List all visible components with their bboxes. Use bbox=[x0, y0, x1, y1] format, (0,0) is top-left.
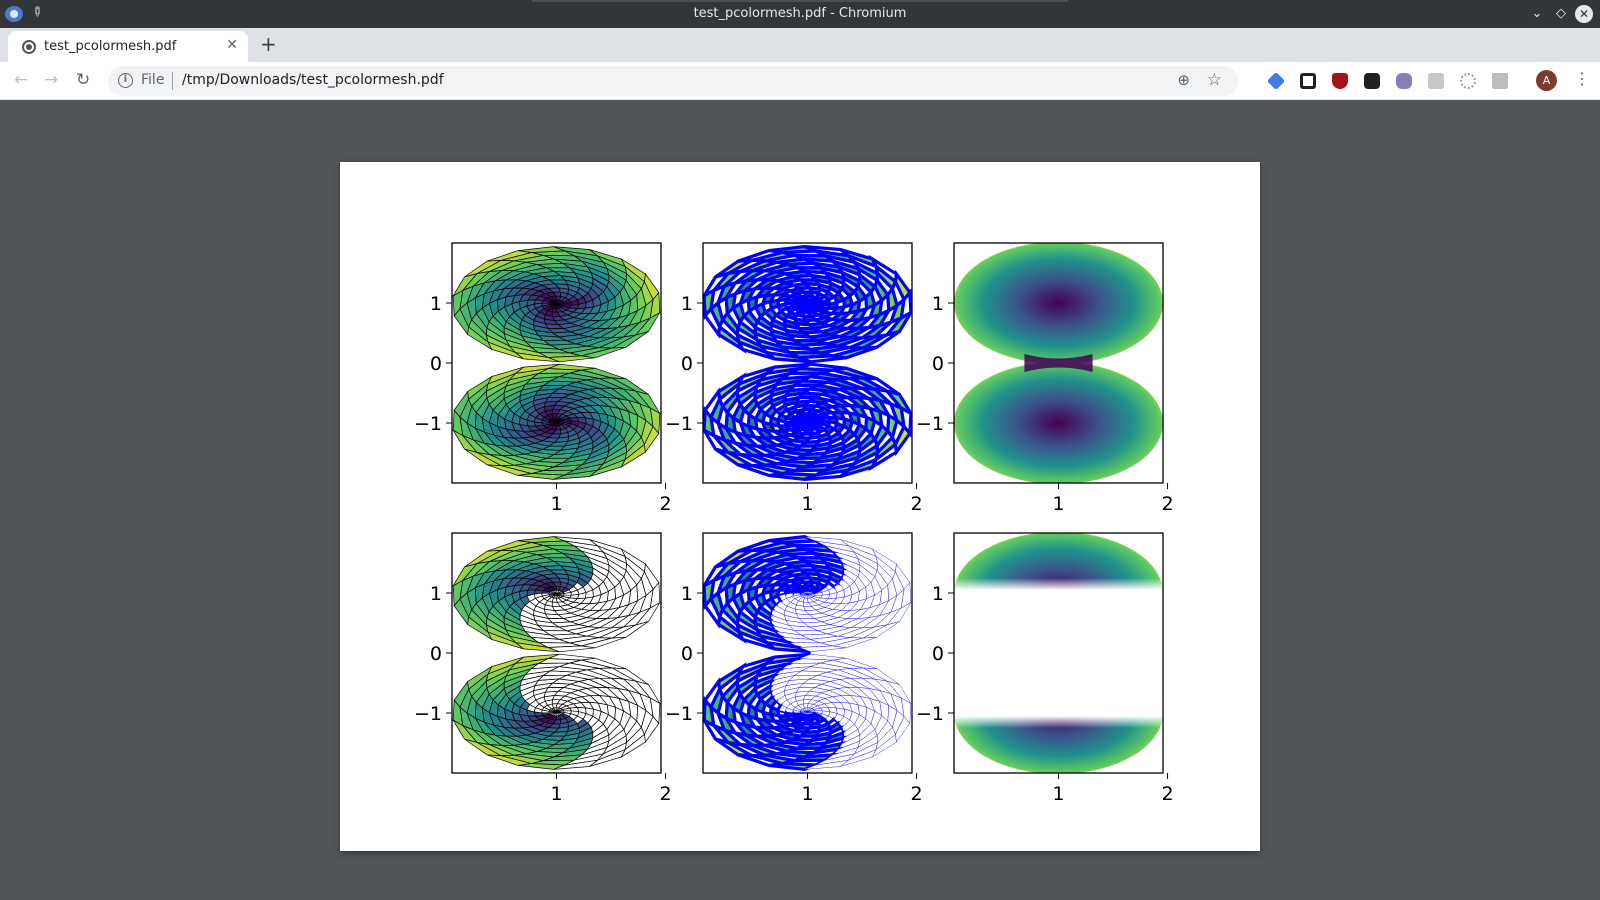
panel-bottom-left: 1 2 1 0 −1 bbox=[414, 532, 672, 805]
x-tick-label: 1 bbox=[1052, 493, 1064, 515]
back-button[interactable]: ← bbox=[14, 70, 28, 90]
dots-icon[interactable] bbox=[1460, 73, 1476, 89]
x-tick-label: 1 bbox=[801, 783, 813, 805]
panel-top-middle: 1 2 1 0 −1 bbox=[665, 242, 923, 515]
forward-button[interactable]: → bbox=[44, 70, 58, 90]
gouraud-lobe bbox=[954, 243, 1163, 365]
reload-button[interactable]: ↻ bbox=[76, 70, 90, 90]
y-tick-label: 1 bbox=[430, 583, 442, 605]
zoom-icon[interactable]: ⊕ bbox=[1177, 71, 1190, 89]
x-tick-label: 1 bbox=[550, 493, 562, 515]
panel-mesh bbox=[452, 536, 661, 770]
y-tick-label: 1 bbox=[430, 293, 442, 315]
minimize-button[interactable]: ⌄ bbox=[1528, 5, 1546, 23]
panel-top-right: 1 2 1 0 −1 bbox=[916, 242, 1174, 515]
y-tick-label: 0 bbox=[681, 643, 693, 665]
x-tick-label: 2 bbox=[1161, 493, 1173, 515]
tab-test-pcolormesh[interactable]: test_pcolormesh.pdf ✕ bbox=[8, 31, 248, 62]
panel-mesh bbox=[452, 246, 661, 480]
drag-area bbox=[532, 0, 1068, 2]
profile-avatar[interactable]: A bbox=[1536, 70, 1557, 91]
panel-mesh bbox=[954, 533, 1163, 773]
y-tick-label: 1 bbox=[681, 293, 693, 315]
omnibox-divider bbox=[172, 72, 173, 90]
y-tick-label: −1 bbox=[916, 413, 944, 435]
title-bar: ✎ test_pcolormesh.pdf - Chromium ⌄ ◇ ✕ bbox=[0, 0, 1600, 28]
panel-mesh bbox=[703, 534, 912, 772]
x-tick-label: 1 bbox=[801, 493, 813, 515]
ublock-icon[interactable] bbox=[1332, 73, 1348, 89]
mask-icon[interactable] bbox=[1364, 73, 1380, 89]
mask-fade-top bbox=[954, 578, 1163, 590]
y-tick-label: 0 bbox=[932, 643, 944, 665]
x-tick-label: 2 bbox=[659, 493, 671, 515]
y-tick-label: 0 bbox=[932, 353, 944, 375]
graduation-cap-icon[interactable] bbox=[1266, 71, 1286, 91]
y-tick-label: 1 bbox=[932, 583, 944, 605]
y-tick-label: −1 bbox=[665, 413, 693, 435]
masked-region bbox=[954, 590, 1163, 716]
new-tab-button[interactable]: + bbox=[260, 32, 277, 56]
gouraud-lobe bbox=[954, 361, 1163, 483]
panel-bottom-middle: 1 2 1 0 −1 bbox=[665, 532, 923, 805]
window-title: test_pcolormesh.pdf - Chromium bbox=[693, 6, 907, 21]
url-scheme: File bbox=[141, 72, 165, 88]
url-text[interactable]: /tmp/Downloads/test_pcolormesh.pdf bbox=[182, 72, 444, 88]
panel-mesh bbox=[703, 244, 912, 482]
bookmark-star-icon[interactable]: ☆ bbox=[1207, 70, 1222, 90]
y-tick-label: −1 bbox=[414, 703, 442, 725]
y-tick-label: 1 bbox=[681, 583, 693, 605]
tab-strip: test_pcolormesh.pdf ✕ + bbox=[0, 28, 1600, 62]
tab-close-button[interactable]: ✕ bbox=[226, 37, 238, 53]
x-tick-label: 2 bbox=[1161, 783, 1173, 805]
panel-bottom-right: 1 2 1 0 −1 bbox=[916, 532, 1174, 805]
x-tick-label: 1 bbox=[1052, 783, 1064, 805]
panel-top-left: 1 2 1 0 −1 bbox=[414, 242, 672, 515]
x-tick-label: 2 bbox=[910, 493, 922, 515]
maximize-button[interactable]: ◇ bbox=[1552, 5, 1570, 23]
y-tick-label: 1 bbox=[932, 293, 944, 315]
info-icon[interactable]: i bbox=[118, 73, 133, 88]
close-window-button[interactable]: ✕ bbox=[1575, 5, 1593, 23]
tab-title: test_pcolormesh.pdf bbox=[44, 39, 177, 54]
square-icon[interactable] bbox=[1300, 73, 1316, 89]
mask-fade-bottom bbox=[954, 716, 1163, 728]
cat-icon[interactable] bbox=[1396, 73, 1412, 89]
pdf-page: 1 2 1 0 −1 1 2 1 0 −1 1 2 1 0 −1 1 2 1 0 −1 1 2 1 0 −1 1 2 1 0 −1 bbox=[340, 162, 1260, 851]
x-tick-label: 1 bbox=[550, 783, 562, 805]
extension-icon[interactable] bbox=[1492, 73, 1508, 89]
browser-menu-button[interactable]: ⋮ bbox=[1574, 69, 1590, 88]
y-tick-label: −1 bbox=[665, 703, 693, 725]
puzzle-icon[interactable] bbox=[1428, 73, 1444, 89]
x-tick-label: 2 bbox=[910, 783, 922, 805]
globe-icon bbox=[22, 40, 36, 54]
panel-mesh bbox=[954, 243, 1163, 483]
pcolormesh-figure: 1 2 1 0 −1 1 2 1 0 −1 1 2 1 0 −1 1 2 1 0 −1 1 2 1 0 −1 1 2 1 0 −1 bbox=[414, 242, 1174, 805]
x-tick-label: 2 bbox=[659, 783, 671, 805]
y-tick-label: 0 bbox=[430, 643, 442, 665]
y-tick-label: −1 bbox=[916, 703, 944, 725]
y-tick-label: 0 bbox=[430, 353, 442, 375]
y-tick-label: 0 bbox=[681, 353, 693, 375]
address-bar[interactable]: i File /tmp/Downloads/test_pcolormesh.pd… bbox=[108, 66, 1238, 96]
y-tick-label: −1 bbox=[414, 413, 442, 435]
browser-toolbar: ← → ↻ i File /tmp/Downloads/test_pcolorm… bbox=[0, 62, 1600, 100]
